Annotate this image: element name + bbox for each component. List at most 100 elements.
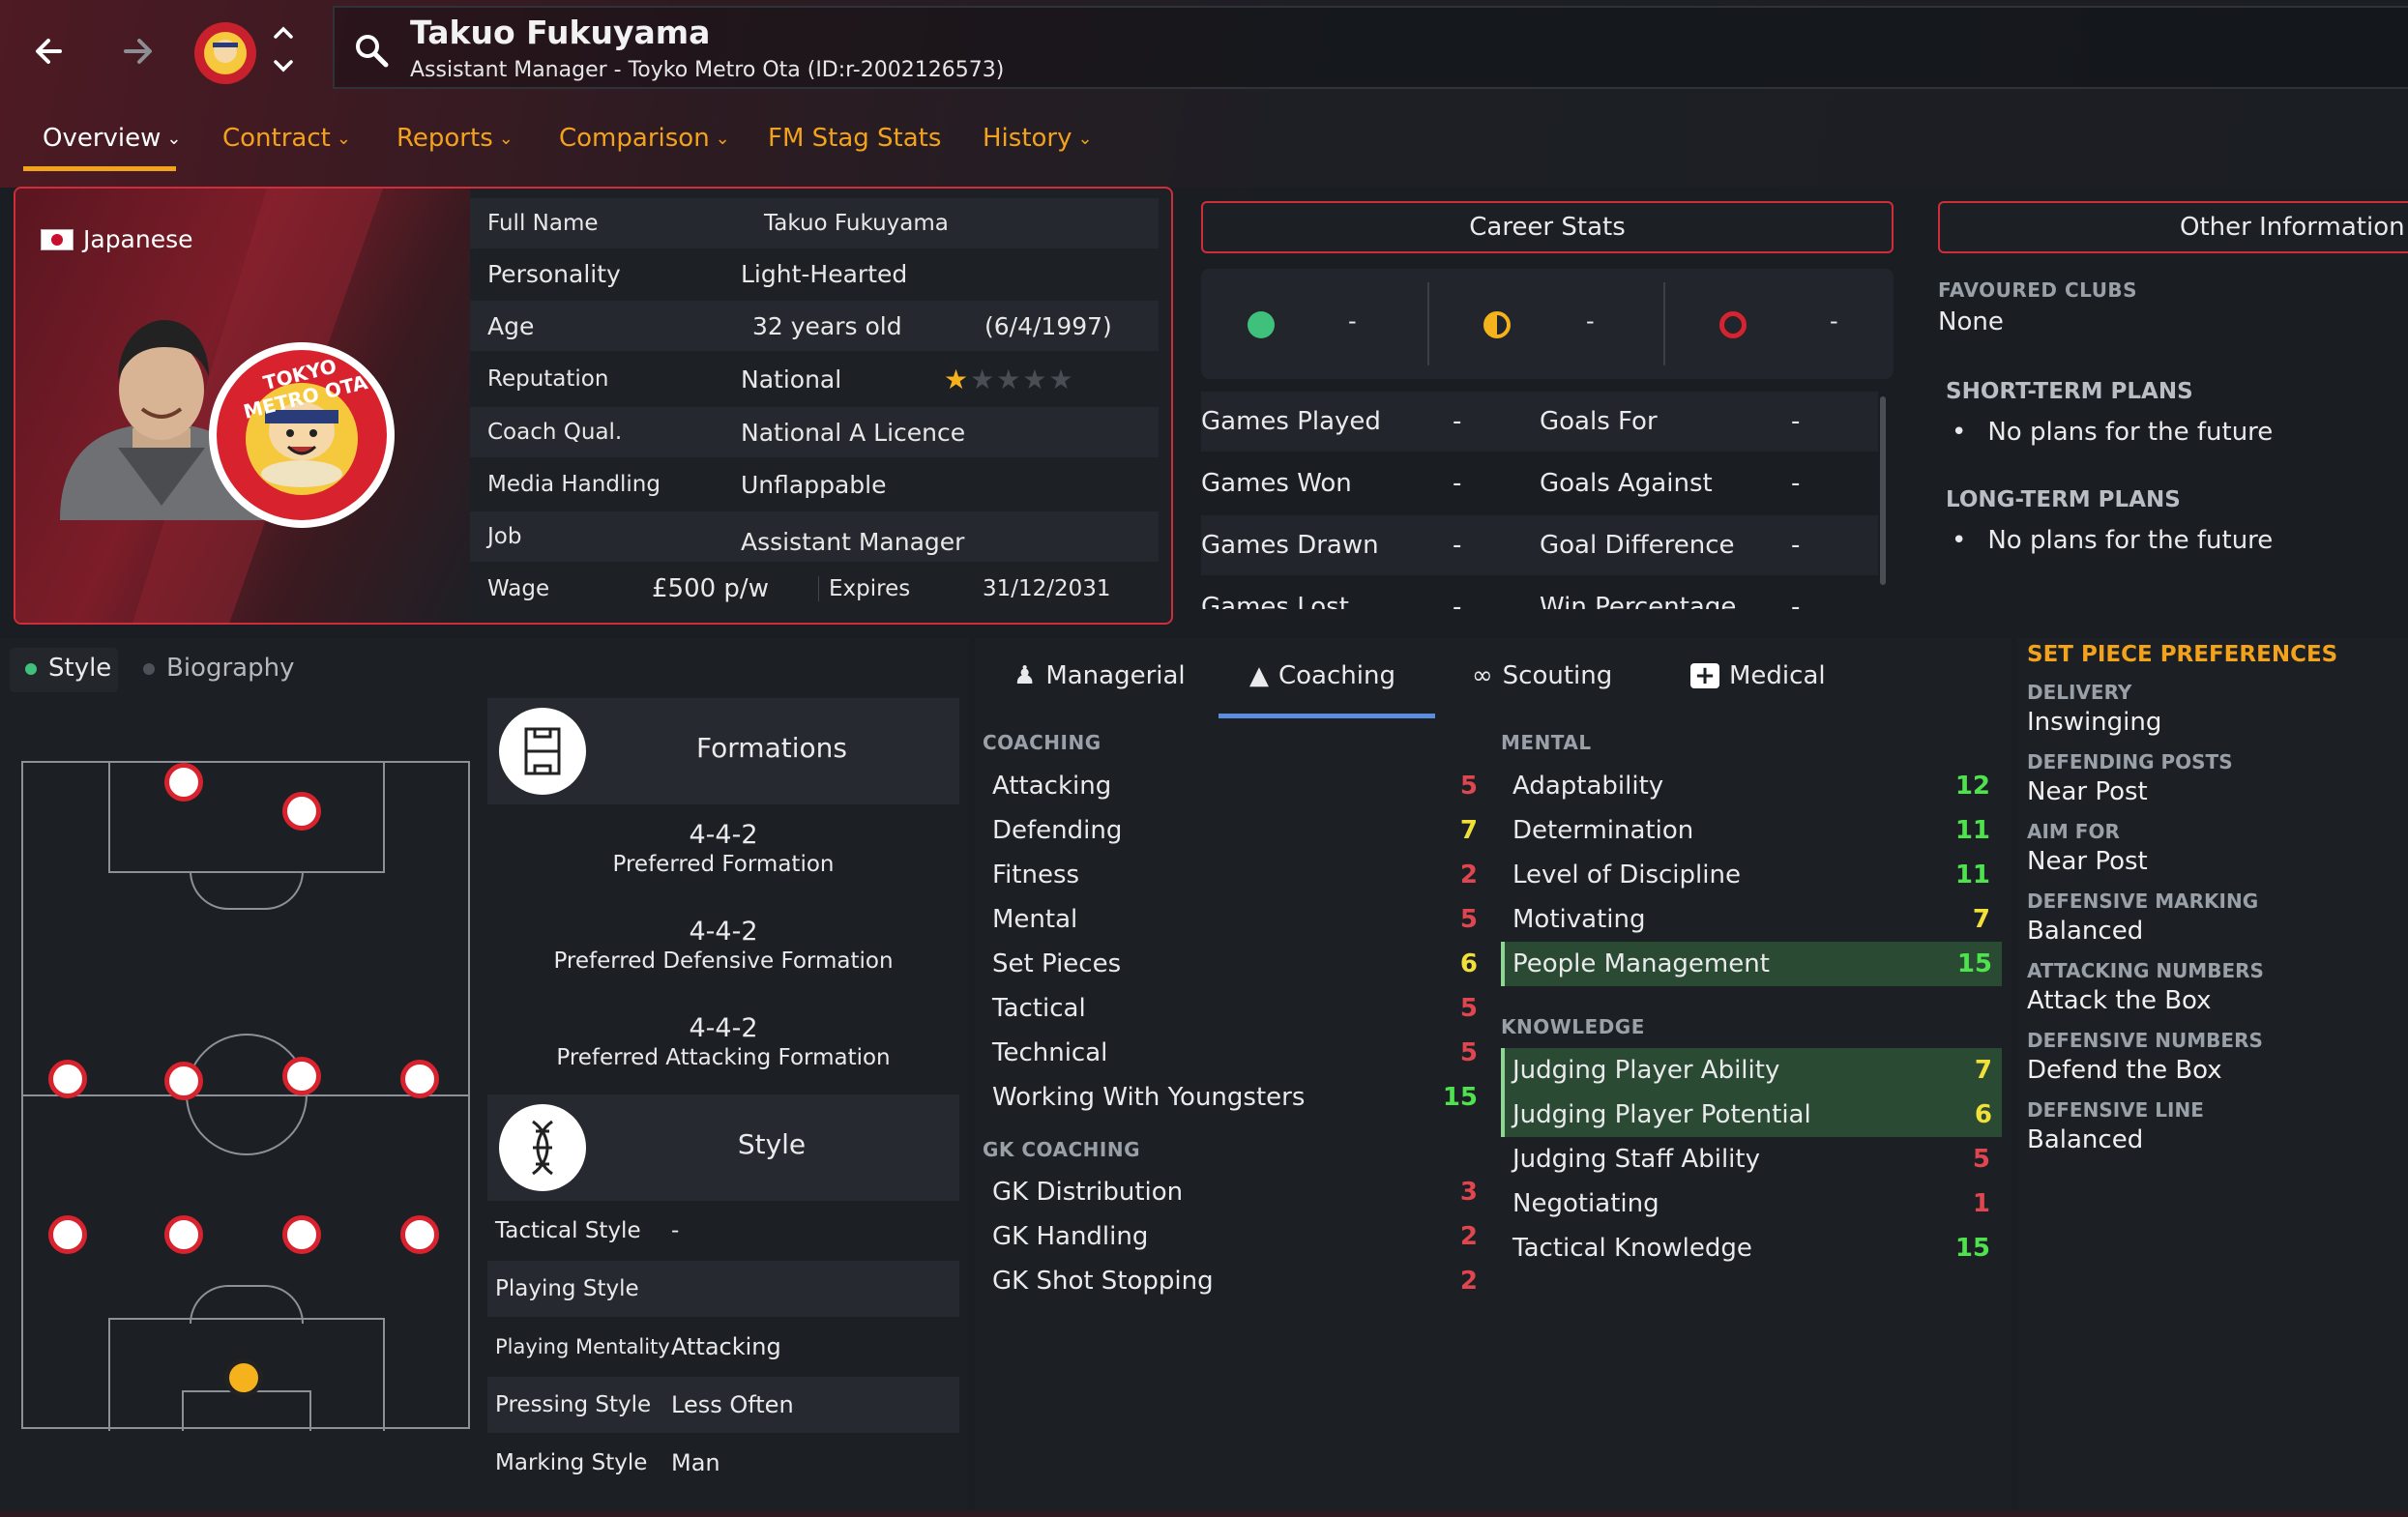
other-information-header[interactable]: Other Information [1938,201,2408,253]
player-marker[interactable] [48,1060,87,1098]
attribute-row[interactable]: People Management 15 [1501,942,2002,986]
attribute-value: 5 [1972,1145,1990,1174]
info-row-job: Job Assistant Manager [470,511,1159,562]
attribute-name: Judging Player Ability [1512,1056,1780,1085]
forward-button[interactable] [108,29,166,73]
attribute-name: Technical [992,1038,1108,1067]
attribute-row[interactable]: Technical 5 [992,1031,1478,1075]
tab-style[interactable]: Style [48,654,111,683]
player-marker[interactable] [400,1215,439,1254]
attribute-name: Fitness [992,861,1080,890]
attribute-name: People Management [1512,949,1770,978]
tab-label: Managerial [1045,661,1186,690]
attribute-row[interactable]: Motivating 7 [1501,897,2002,942]
tab-contract[interactable]: Contract ⌄ [222,124,351,153]
attribute-row[interactable]: Working With Youngsters 15 [992,1075,1478,1120]
attribute-row[interactable]: GK Handling 2 [992,1214,1478,1259]
player-marker[interactable] [282,1057,321,1095]
stat-label: Games Drawn [1201,531,1379,560]
career-scrollbar[interactable] [1880,396,1886,585]
info-row-reputation: Reputation National ★★★★★ [470,354,1159,404]
tab-fm-stag-stats[interactable]: FM Stag Stats [768,124,941,153]
info-value: National [741,365,842,394]
player-marker[interactable] [48,1215,87,1254]
player-marker[interactable] [282,792,321,831]
tab-managerial[interactable]: ♟ Managerial [1013,661,1186,690]
attribute-value: 15 [1956,949,1992,978]
player-marker[interactable] [400,1060,439,1098]
tab-history[interactable]: History ⌄ [983,124,1093,153]
attribute-row[interactable]: GK Shot Stopping 2 [992,1259,1478,1303]
career-stats-title: Career Stats [1469,213,1626,242]
gk-coaching-section-label: GK COACHING [983,1138,1141,1161]
attribute-name: Tactical [992,994,1086,1023]
style-label: Pressing Style [495,1392,652,1417]
chevron-down-icon: ⌄ [336,128,351,149]
expires-value: 31/12/2031 [983,576,1111,601]
attribute-row[interactable]: Fitness 2 [992,853,1478,897]
attribute-row[interactable]: Defending 7 [992,808,1478,853]
attribute-row[interactable]: Mental 5 [992,897,1478,942]
favoured-clubs-label: FAVOURED CLUBS [1938,278,2138,302]
career-row: Games Lost - Win Percentage - [1201,577,1878,609]
active-tab-indicator [23,166,176,171]
page-title: Takuo Fukuyama [410,14,711,51]
style-row: Marking Style Man [487,1435,959,1491]
style-title: Style [737,1128,807,1160]
player-marker[interactable] [282,1215,321,1254]
tab-reports[interactable]: Reports ⌄ [396,124,514,153]
person-icon: ♟ [1013,661,1037,690]
back-button[interactable] [21,29,79,73]
player-marker[interactable] [164,1062,203,1100]
tab-coaching[interactable]: ▲ Coaching [1249,661,1395,690]
set-piece-list: DELIVERY Inswinging DEFENDING POSTS Near Po… [2027,681,2394,1168]
attribute-row[interactable]: Tactical 5 [992,986,1478,1031]
attribute-row[interactable]: Level of Discipline 11 [1501,853,2002,897]
attribute-value: 12 [1954,772,1990,801]
attribute-row[interactable]: Determination 11 [1501,808,2002,853]
tab-medical[interactable]: + Medical [1690,661,1826,690]
style-value: - [671,1218,680,1243]
club-badge-icon[interactable] [191,19,259,87]
formation-item: 4-4-2 Preferred Attacking Formation [487,1013,959,1070]
stat-label: Games Won [1201,469,1352,498]
medical-kit-icon: + [1690,663,1719,688]
attribute-row[interactable]: Attacking 5 [992,764,1478,808]
set-piece-value: Inswinging [2027,708,2162,737]
search-icon[interactable] [352,31,391,70]
info-row-personality: Personality Light-Hearted [470,248,1159,299]
info-value: Light-Hearted [741,259,908,288]
attribute-row[interactable]: Judging Player Potential 6 [1501,1093,2002,1137]
style-label: Marking Style [495,1450,648,1475]
info-value: Takuo Fukuyama [764,211,949,236]
attribute-row[interactable]: Judging Player Ability 7 [1501,1048,2002,1093]
player-marker[interactable] [164,1215,203,1254]
bottom-border [0,1510,2408,1517]
attribute-row[interactable]: Negotiating 1 [1501,1182,2002,1226]
arrow-right-icon [124,39,152,64]
stat-label: Goal Difference [1540,531,1735,560]
attribute-row[interactable]: Tactical Knowledge 15 [1501,1226,2002,1270]
attribute-name: Determination [1512,816,1694,845]
tab-scouting[interactable]: ∞ Scouting [1472,661,1612,690]
goalkeeper-marker[interactable] [224,1358,263,1397]
tab-label: Contract [222,124,331,153]
attribute-row[interactable]: Judging Staff Ability 5 [1501,1137,2002,1182]
tab-overview[interactable]: Overview ⌄ [43,124,182,153]
prev-next-stepper[interactable] [269,21,298,79]
stat-label: Goals Against [1540,469,1713,498]
tab-biography[interactable]: Biography [166,654,294,683]
career-stats-header[interactable]: Career Stats [1201,201,1894,253]
attribute-row[interactable]: Set Pieces 6 [992,942,1478,986]
attribute-row[interactable]: Adaptability 12 [1501,764,2002,808]
style-label: Playing Style [495,1276,639,1301]
attribute-row[interactable]: GK Distribution 3 [992,1170,1478,1214]
knowledge-attributes: Judging Player Ability 7 Judging Player Po… [1501,1048,2002,1270]
style-row: Pressing Style Less Often [487,1377,959,1433]
dna-icon [499,1104,586,1191]
player-marker[interactable] [164,763,203,802]
inactive-dot-icon [143,663,155,675]
active-tab-indicator [1219,714,1435,718]
tab-comparison[interactable]: Comparison ⌄ [559,124,730,153]
info-label: Reputation [487,366,609,392]
